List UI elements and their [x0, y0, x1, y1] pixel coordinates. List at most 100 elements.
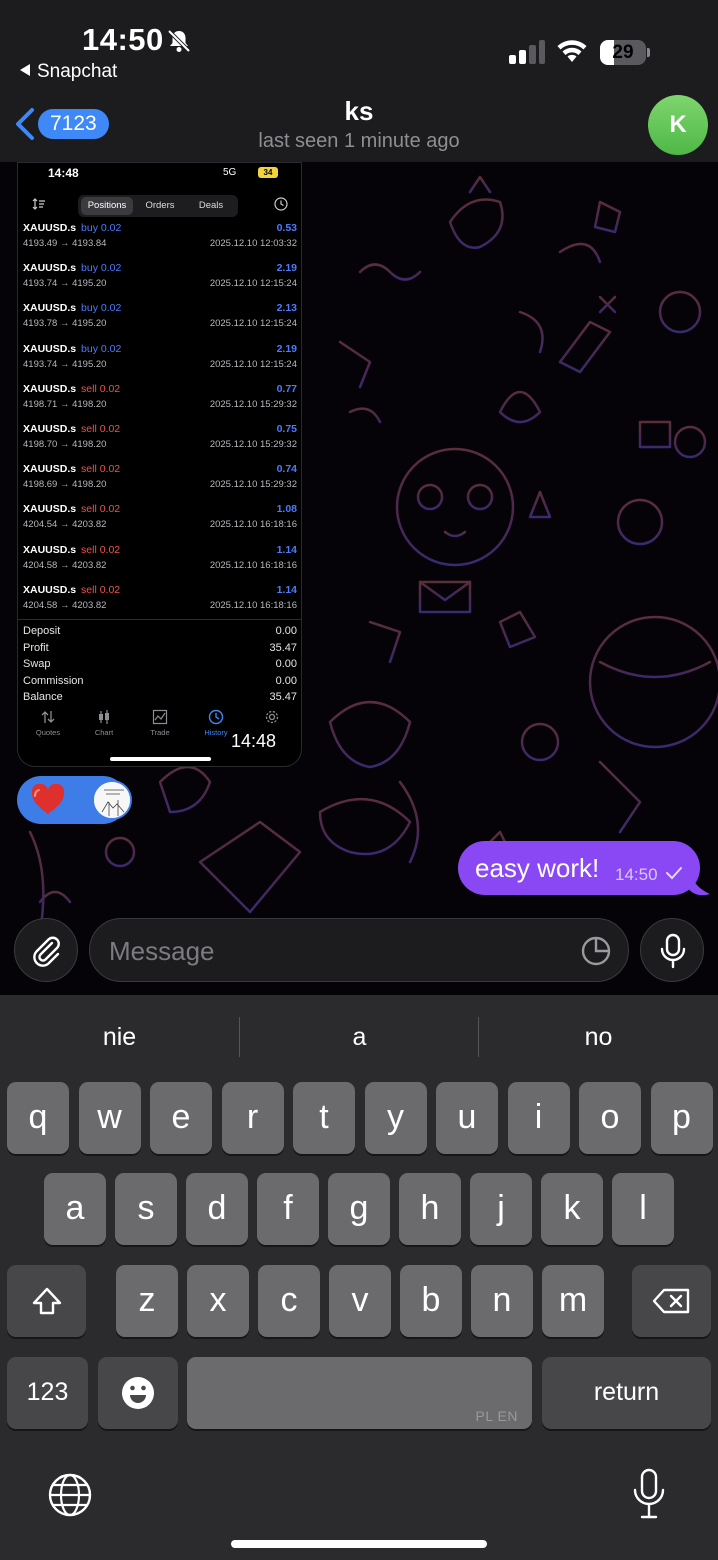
- summary-value: 0.00: [275, 658, 297, 670]
- suggestion-3[interactable]: no: [479, 995, 718, 1079]
- key-d[interactable]: d: [186, 1173, 248, 1245]
- key-s[interactable]: s: [115, 1173, 177, 1245]
- summary-value: 35.47: [269, 641, 297, 654]
- position-side: sell 0.02: [81, 543, 121, 556]
- history-clock-icon: [208, 709, 224, 725]
- globe-icon[interactable]: [47, 1472, 93, 1518]
- key-i[interactable]: i: [507, 1082, 570, 1154]
- position-symbol: XAUUSD.s sell 0.02: [23, 423, 120, 435]
- key-g[interactable]: g: [328, 1173, 390, 1245]
- outgoing-message-bubble[interactable]: easy work! 14:50: [458, 841, 700, 895]
- backspace-key[interactable]: [632, 1265, 711, 1337]
- reactor-avatar: [92, 780, 132, 820]
- tab-settings: [244, 709, 300, 728]
- back-app-label: Snapchat: [37, 61, 118, 82]
- position-profit: 2.19: [276, 342, 297, 355]
- key-o[interactable]: o: [579, 1082, 641, 1154]
- battery-icon: 29: [600, 40, 650, 65]
- sent-check-icon: [666, 867, 682, 880]
- key-p[interactable]: p: [650, 1082, 713, 1154]
- key-b[interactable]: b: [400, 1265, 462, 1337]
- position-profit: 0.74: [276, 463, 297, 476]
- space-key[interactable]: PL EN: [187, 1357, 532, 1429]
- keyboard: nie a no 123 PL EN return qwertyuiopasdf…: [0, 995, 718, 1560]
- screenshot-message-time: 14:48: [231, 731, 277, 751]
- position-prices: 4198.70 → 4198.20: [23, 438, 107, 450]
- tab-deals: Deals: [198, 200, 224, 211]
- battery-level: 29: [612, 42, 634, 63]
- emoji-key[interactable]: [98, 1357, 178, 1429]
- suggestion-1[interactable]: nie: [0, 995, 239, 1079]
- position-side: sell 0.02: [81, 583, 121, 596]
- position-symbol: XAUUSD.s sell 0.02: [23, 383, 120, 395]
- suggestion-2[interactable]: a: [240, 995, 479, 1079]
- shift-key[interactable]: [7, 1265, 86, 1337]
- position-date: 2025.12.10 15:29:32: [209, 479, 297, 491]
- attach-button[interactable]: [14, 918, 78, 982]
- position-date: 2025.12.10 16:18:16: [209, 599, 297, 611]
- summary-value: 0.00: [275, 625, 297, 637]
- sticker-icon[interactable]: [580, 935, 612, 967]
- microphone-icon: [660, 933, 686, 969]
- position-symbol-text: XAUUSD.s: [23, 262, 77, 275]
- key-h[interactable]: h: [399, 1173, 461, 1245]
- summary-value: 35.47: [269, 691, 297, 703]
- position-symbol-text: XAUUSD.s: [23, 382, 77, 395]
- key-f[interactable]: f: [257, 1173, 319, 1245]
- position-profit: 0.75: [276, 422, 297, 435]
- position-date: 2025.12.10 16:18:16: [209, 519, 297, 531]
- numbers-key[interactable]: 123: [7, 1357, 88, 1429]
- summary-label: Swap: [23, 658, 51, 670]
- key-t[interactable]: t: [293, 1082, 355, 1154]
- return-key[interactable]: return: [542, 1357, 711, 1429]
- position-profit: 2.13: [276, 302, 297, 315]
- position-side: buy 0.02: [81, 262, 122, 275]
- key-j[interactable]: j: [470, 1173, 532, 1245]
- key-n[interactable]: n: [471, 1265, 533, 1337]
- key-x[interactable]: x: [187, 1265, 249, 1337]
- message-reaction[interactable]: [17, 776, 132, 824]
- position-prices: 4193.49 → 4193.84: [23, 238, 107, 249]
- heart-reaction-icon: [31, 784, 65, 814]
- key-c[interactable]: c: [258, 1265, 320, 1337]
- summary-row: Swap 0.00: [18, 657, 301, 674]
- key-z[interactable]: z: [116, 1265, 178, 1337]
- position-symbol-text: XAUUSD.s: [23, 503, 77, 516]
- key-y[interactable]: y: [364, 1082, 427, 1154]
- position-symbol-text: XAUUSD.s: [23, 422, 77, 435]
- position-row: XAUUSD.s sell 0.02 0.74 4198.69 → 4198.20 2…: [18, 463, 301, 503]
- chat-header: 7123 ks last seen 1 minute ago K: [0, 90, 718, 162]
- chat-area[interactable]: 14:48 5G 34 Positions Orders Deals XAUUS…: [0, 162, 718, 995]
- screenshot-message[interactable]: 14:48 5G 34 Positions Orders Deals XAUUS…: [17, 162, 302, 767]
- summary-row: Deposit 0.00: [18, 624, 301, 641]
- key-u[interactable]: u: [436, 1082, 498, 1154]
- key-v[interactable]: v: [329, 1265, 391, 1337]
- position-row: XAUUSD.s buy 0.02 2.19 4193.74 → 4195.20 20…: [18, 342, 301, 383]
- summary-label: Profit: [23, 641, 49, 654]
- voice-message-button[interactable]: [640, 918, 704, 982]
- key-a[interactable]: a: [44, 1173, 106, 1245]
- key-e[interactable]: e: [150, 1082, 212, 1154]
- dictation-mic-icon[interactable]: [632, 1468, 666, 1520]
- screenshot-status-bar: 14:48 5G 34: [18, 163, 301, 185]
- key-k[interactable]: k: [541, 1173, 603, 1245]
- key-w[interactable]: w: [78, 1082, 141, 1154]
- shift-arrow-icon: [32, 1287, 61, 1315]
- position-row: XAUUSD.s sell 0.02 1.08 4204.54 → 4203.82 2…: [18, 503, 301, 543]
- message-input[interactable]: Message: [89, 918, 629, 982]
- key-r[interactable]: r: [221, 1082, 284, 1154]
- bell-muted-icon: [167, 29, 191, 53]
- back-to-app-link[interactable]: Snapchat: [20, 61, 117, 83]
- tab-orders: Orders: [145, 200, 175, 211]
- tab-chart-label: Chart: [94, 728, 114, 737]
- key-q[interactable]: q: [7, 1082, 69, 1154]
- position-prices: 4193.74 → 4195.20: [23, 278, 107, 290]
- key-m[interactable]: m: [542, 1265, 604, 1337]
- key-l[interactable]: l: [612, 1173, 674, 1245]
- position-side: buy 0.02: [81, 302, 122, 315]
- summary-value: 0.00: [275, 674, 297, 687]
- contact-avatar[interactable]: K: [648, 95, 708, 155]
- contact-name[interactable]: ks: [0, 96, 718, 127]
- account-summary: Deposit 0.00 Profit 35.47 Swap 0.00 Commission…: [18, 619, 301, 707]
- position-prices: 4193.74 → 4195.20: [23, 358, 107, 370]
